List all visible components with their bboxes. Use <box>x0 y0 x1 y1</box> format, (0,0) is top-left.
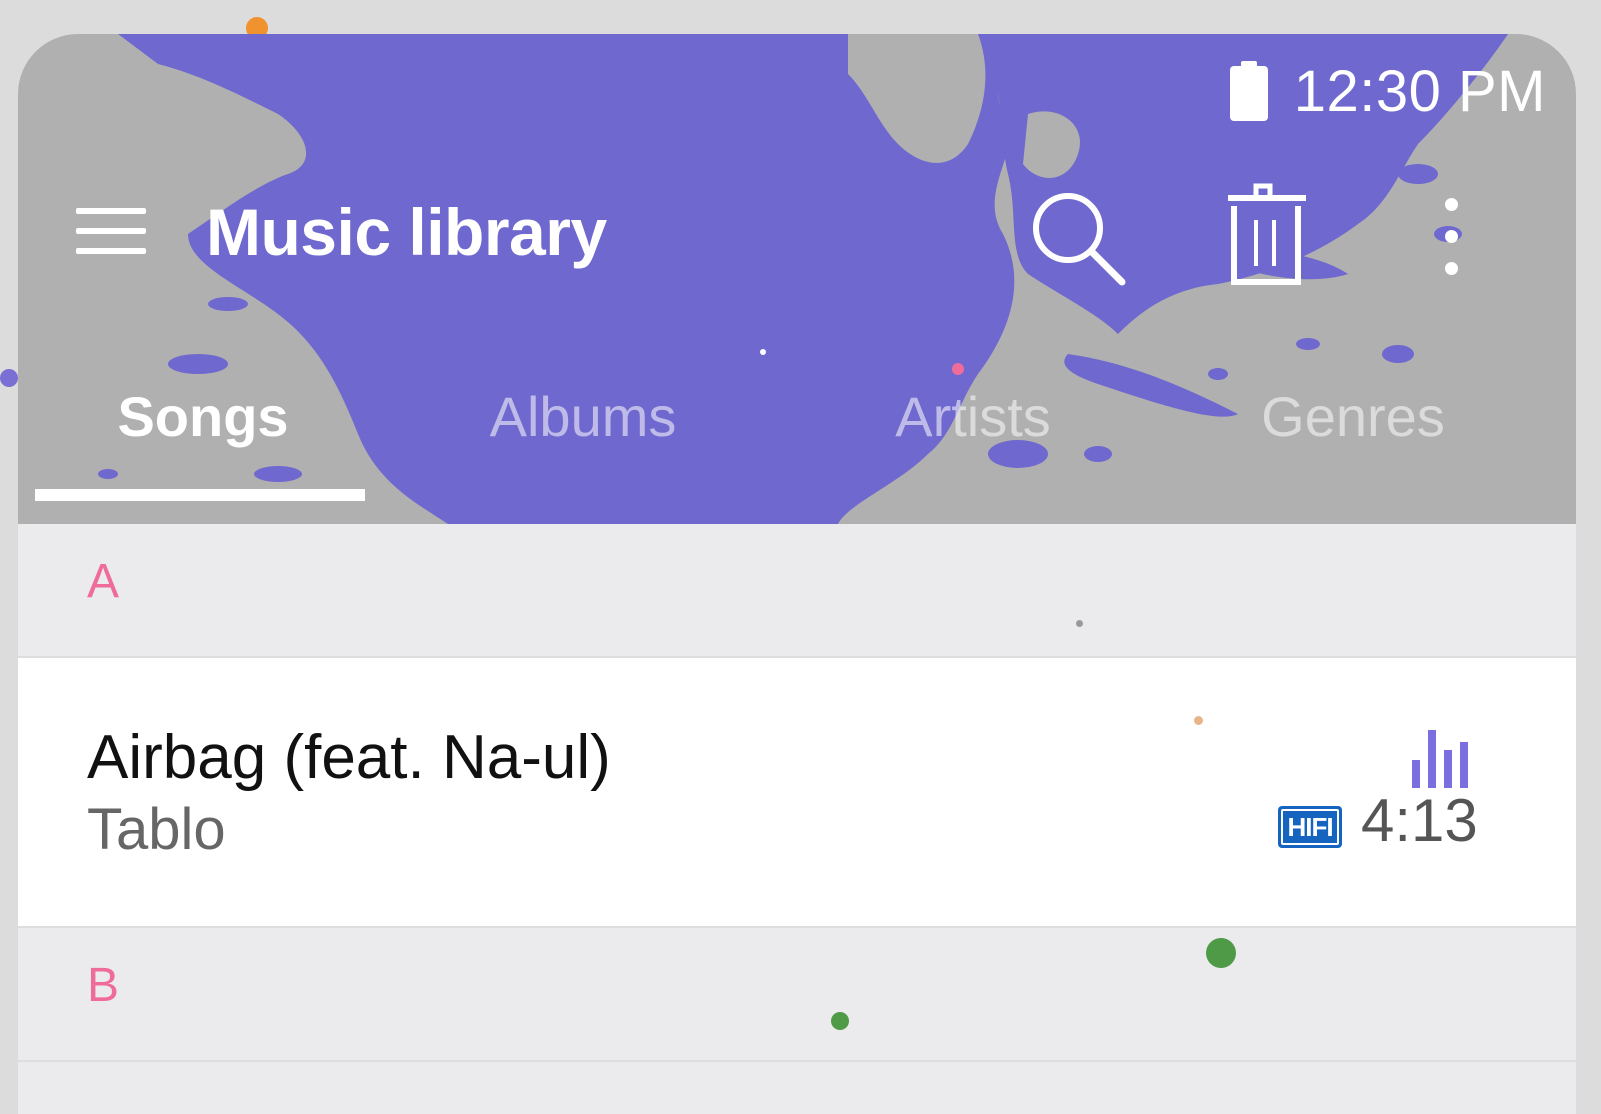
trash-icon[interactable] <box>1218 180 1308 290</box>
equalizer-icon <box>1408 730 1470 790</box>
status-bar: 12:30 PM <box>1229 56 1546 126</box>
status-time: 12:30 PM <box>1293 58 1546 124</box>
tab-indicator <box>35 489 365 501</box>
battery-full-icon <box>1229 61 1268 121</box>
decorative-dot <box>831 1012 849 1030</box>
section-header: A <box>18 524 1576 658</box>
song-duration: 4:13 <box>1361 787 1478 854</box>
tab-artists[interactable]: Artists <box>848 384 1098 464</box>
section-letter: B <box>87 959 120 1012</box>
tab-albums[interactable]: Albums <box>458 384 708 464</box>
decorative-dot <box>1194 716 1203 725</box>
toolbar: Music library <box>18 174 1576 286</box>
song-artist: Tablo <box>87 797 226 862</box>
song-list: A Airbag (feat. Na-ul) Tablo HIFI 4:13 B <box>18 524 1576 1062</box>
hamburger-menu-icon[interactable] <box>76 204 148 258</box>
search-icon[interactable] <box>1028 188 1128 288</box>
section-letter: A <box>87 555 120 608</box>
phone-screen: 12:30 PM Music library Songs Albums Arti… <box>18 34 1576 1114</box>
tab-songs[interactable]: Songs <box>78 384 328 464</box>
tab-genres[interactable]: Genres <box>1228 384 1478 464</box>
tab-bar: Songs Albums Artists Genres <box>18 374 1576 524</box>
more-vertical-icon[interactable] <box>1433 192 1473 282</box>
decorative-dot <box>0 369 18 387</box>
app-header: 12:30 PM Music library Songs Albums Arti… <box>18 34 1576 524</box>
song-title: Airbag (feat. Na-ul) <box>87 723 611 792</box>
section-header: B <box>18 928 1576 1062</box>
decorative-dot <box>1206 938 1236 968</box>
hifi-badge: HIFI <box>1278 806 1342 848</box>
page-title: Music library <box>206 195 607 269</box>
decorative-dot <box>1076 620 1083 627</box>
song-row[interactable]: Airbag (feat. Na-ul) Tablo HIFI 4:13 <box>18 658 1576 928</box>
